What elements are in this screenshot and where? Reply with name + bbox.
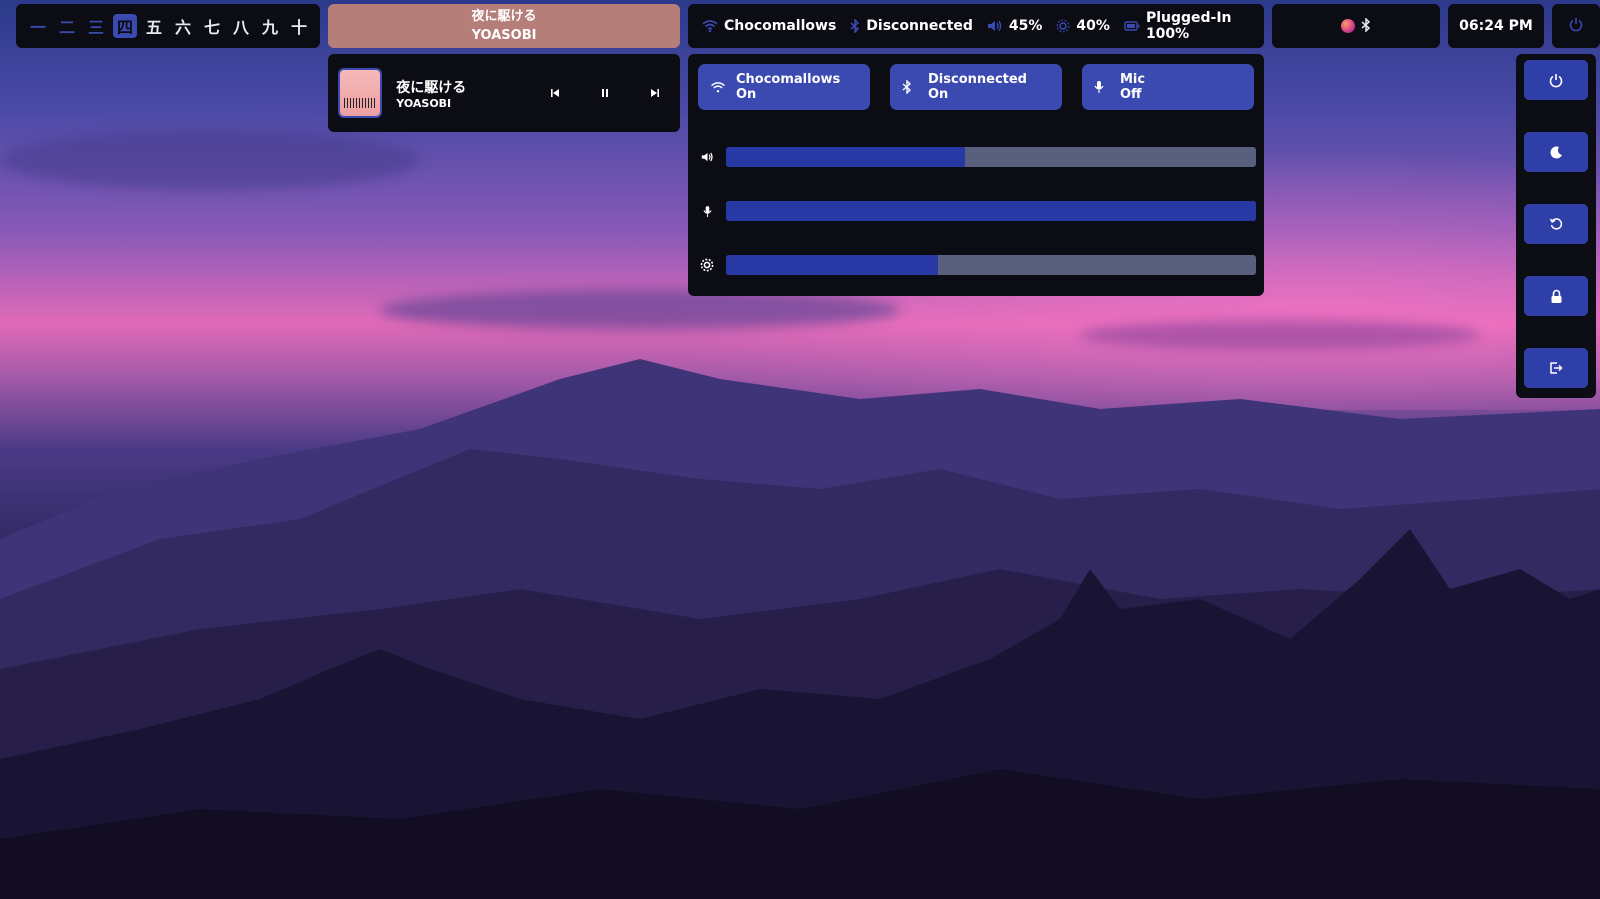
now-playing-pill[interactable]: 夜に駆ける YOASOBI [328,4,680,48]
player-title: 夜に駆ける [396,79,467,96]
bluetooth-toggle[interactable]: Disconnected On [890,64,1062,110]
power-icon [1569,17,1583,36]
mic-slider[interactable] [726,201,1256,221]
bluetooth-icon [850,19,860,33]
workspace-4[interactable]: 四 [113,14,137,38]
next-track-button[interactable] [630,78,680,108]
power-menu [1516,54,1596,398]
logout-icon [1550,362,1563,374]
workspace-6[interactable]: 六 [171,14,195,38]
pause-icon [602,89,608,97]
brightness-icon [1056,19,1070,33]
lock-button[interactable] [1524,276,1588,316]
brightness-slider-fill [726,255,938,275]
mic-slider-fill [726,201,1256,221]
restart-button[interactable] [1524,204,1588,244]
previous-track-button[interactable] [530,78,580,108]
sleep-button[interactable] [1524,132,1588,172]
bluetooth-toggle-state: On [928,87,949,102]
battery-icon [1124,20,1140,32]
skip-back-icon [551,89,559,97]
lock-icon [1551,289,1561,303]
app-tray-icon[interactable] [1341,19,1355,33]
workspace-10[interactable]: 十 [287,14,311,38]
workspace-3[interactable]: 三 [84,14,108,38]
bluetooth-toggle-name: Disconnected [928,72,1027,87]
brightness-slider[interactable] [726,255,1256,275]
workspace-9[interactable]: 九 [258,14,282,38]
brightness-icon [694,258,720,272]
battery-status: Plugged-In 100% [1145,10,1232,42]
skip-forward-icon [651,89,659,97]
wifi-toggle-name: Chocomallows [736,72,841,87]
clock[interactable]: 06:24 PM [1448,4,1544,48]
wifi-toggle-state: On [736,87,757,102]
player-artist: YOASOBI [396,96,452,110]
wifi-toggle[interactable]: Chocomallows On [698,64,870,110]
wallpaper-cloud [0,130,420,190]
wifi-icon [710,81,736,94]
logout-button[interactable] [1524,348,1588,388]
workspace-5[interactable]: 五 [142,14,166,38]
bluetooth-status: Disconnected [866,18,973,34]
workspace-2[interactable]: 二 [55,14,79,38]
power-icon [1549,73,1563,87]
wifi-icon [702,19,718,33]
media-player: 夜に駆ける YOASOBI [328,54,680,132]
brightness-slider-row [694,254,1256,276]
mic-icon [694,205,720,218]
power-menu-toggle[interactable] [1552,4,1600,48]
volume-icon [987,19,1003,33]
mic-toggle-name: Mic [1120,72,1146,87]
workspace-8[interactable]: 八 [229,14,253,38]
system-tray [1272,4,1440,48]
moon-icon [1550,145,1562,158]
volume-slider-fill [726,147,965,167]
mic-toggle[interactable]: Mic Off [1082,64,1254,110]
mic-toggle-state: Off [1120,87,1142,102]
now-playing-artist: YOASOBI [471,28,537,43]
now-playing-title: 夜に駆ける [471,9,537,24]
mic-icon [1094,80,1120,94]
album-art [338,68,383,118]
workspace-7[interactable]: 七 [200,14,224,38]
shutdown-button[interactable] [1524,60,1588,100]
pause-button[interactable] [580,78,630,108]
control-center: Chocomallows On Disconnected On Mic Off [688,54,1264,296]
volume-icon [694,151,720,163]
bluetooth-icon [902,80,928,94]
wifi-status: Chocomallows [724,18,837,34]
bluetooth-tray-icon[interactable] [1361,16,1371,36]
brightness-level: 40% [1076,18,1110,34]
workspace-1[interactable]: 一 [26,14,50,38]
volume-slider[interactable] [726,147,1256,167]
mic-slider-row [694,200,1256,222]
workspace-switcher: 一 二 三 四 五 六 七 八 九 十 [16,4,320,48]
status-bar[interactable]: Chocomallows Disconnected 45% 40% Plugge… [688,4,1264,48]
volume-level: 45% [1008,18,1043,34]
wallpaper-mountains [0,359,1600,899]
volume-slider-row [694,146,1256,168]
restart-icon [1549,218,1563,230]
wallpaper-cloud [380,290,900,330]
